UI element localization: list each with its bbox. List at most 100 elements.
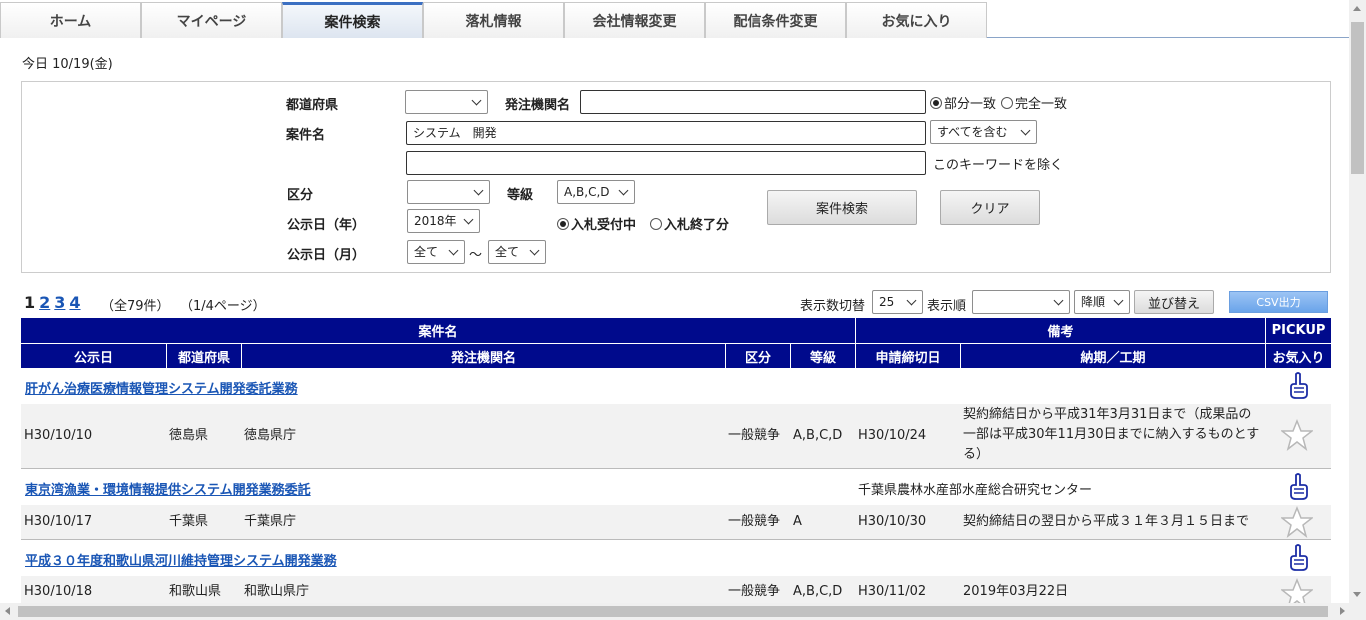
match-partial-radio[interactable]: 部分一致 [930,93,996,112]
cell-date: H30/10/10 [24,428,93,443]
search-button[interactable]: 案件検索 [767,190,917,225]
table-header-row-2: 公示日 都道府県 発注機関名 区分 等級 申請締切日 納期／工期 お気入り [21,343,1331,369]
project-title-link[interactable]: 肝がん治療医療情報管理システム開発委託業務 [25,378,298,397]
range-tilde: ～ [469,248,483,263]
cell-period: 2019年03月22日 [963,584,1069,599]
status-closed-radio[interactable]: 入札終了分 [650,214,729,233]
tab-favorites[interactable]: お気に入り [846,2,987,38]
vertical-scrollbar[interactable] [1349,0,1366,603]
category-select[interactable] [407,180,490,204]
cell-pref: 千葉県 [169,514,209,529]
match-exact-label: 完全一致 [1015,97,1068,112]
clear-button[interactable]: クリア [940,190,1040,225]
status-open-radio[interactable]: 入札受付中 [557,214,636,233]
th-pref: 都道府県 [167,344,242,369]
pickup-hand-icon[interactable] [1287,372,1309,400]
project-input[interactable]: システム 開発 [406,121,926,145]
scroll-right-icon[interactable] [1340,607,1345,615]
project-title-link[interactable]: 東京湾漁業・環境情報提供システム開発業務委託 [25,479,311,498]
horizontal-scrollbar[interactable] [0,603,1366,620]
cell-pref: 徳島県 [169,428,209,443]
table-row: H30/10/18 和歌山県 和歌山県庁 一般競争 A,B,C,D H30/11… [21,576,1331,603]
page-info: （1/4ページ） [180,299,266,314]
favorite-star-icon[interactable] [1281,419,1313,451]
tab-mypage[interactable]: マイページ [141,2,282,38]
agency-label: 発注機関名 [505,98,571,113]
today-date: 今日 10/19(金) [22,57,113,72]
th-agency: 発注機関名 [242,344,726,369]
tab-award-info[interactable]: 落札情報 [423,2,564,38]
grade-select[interactable]: A,B,C,D [557,180,635,204]
th-period: 納期／工期 [961,344,1266,369]
horizontal-scroll-thumb[interactable] [18,606,1328,617]
cell-category: 一般競争 [728,514,781,529]
table-row: H30/10/10 徳島県 徳島県庁 一般競争 A,B,C,D H30/10/2… [21,404,1331,469]
th-pickup: PICKUP [1271,323,1326,338]
cell-agency: 徳島県庁 [244,428,297,443]
exclude-keyword-input[interactable] [406,151,926,175]
table-row-title: 肝がん治療医療情報管理システム開発委託業務 [21,368,1331,404]
cell-category: 一般競争 [728,584,781,599]
th-date: 公示日 [21,344,167,369]
cell-grade: A,B,C,D [793,584,843,599]
exclude-keyword-label: このキーワードを除く [933,158,1064,173]
csv-export-button[interactable]: CSV出力 [1229,291,1328,313]
cell-pref: 和歌山県 [169,584,222,599]
tab-delivery-settings[interactable]: 配信条件変更 [705,2,846,38]
vertical-scroll-thumb[interactable] [1351,22,1364,174]
cell-deadline: H30/10/24 [858,428,927,443]
per-page-label: 表示数切替 [800,299,866,314]
pref-select[interactable] [405,90,488,114]
pickup-hand-icon[interactable] [1287,473,1309,501]
tab-company-info[interactable]: 会社情報変更 [564,2,705,38]
th-favorite: お気入り [1272,351,1325,366]
cell-period: 契約締結日から平成31年3月31日まで（成果品の一部は平成30年11月30日まで… [963,407,1260,462]
page-link-3[interactable]: 3 [54,293,65,312]
year-label: 公示日（年） [287,218,366,233]
year-select[interactable]: 2018年 [407,209,480,233]
include-mode-select[interactable]: すべてを含む [930,120,1037,144]
scroll-down-icon[interactable] [1353,592,1361,597]
table-row-title: 平成３０年度和歌山県河川維持管理システム開発業務 [21,540,1331,576]
cell-deadline: H30/10/30 [858,514,927,529]
th-grade: 等級 [791,344,856,369]
top-nav: ホーム マイページ 案件検索 落札情報 会社情報変更 配信条件変更 お気に入り [0,0,1350,38]
match-exact-radio[interactable]: 完全一致 [1001,93,1067,112]
category-label: 区分 [287,188,314,203]
order-select[interactable] [972,290,1070,314]
sort-button[interactable]: 並び替え [1134,290,1214,314]
pagination: 1 2 3 4 [24,293,81,312]
table-row: H30/10/17 千葉県 千葉県庁 一般競争 A H30/10/30 契約締結… [21,505,1331,540]
project-label: 案件名 [286,128,326,143]
match-partial-label: 部分一致 [944,97,997,112]
cell-deadline: H30/11/02 [858,584,927,599]
radio-unchecked-icon [650,217,662,230]
per-page-select[interactable]: 25 [872,290,923,314]
th-project: 案件名 [21,318,856,343]
cell-category: 一般競争 [728,428,781,443]
cell-agency: 千葉県庁 [244,514,297,529]
direction-select[interactable]: 降順 [1074,290,1130,314]
cell-grade: A,B,C,D [793,428,843,443]
page-current: 1 [24,293,36,312]
project-title-link[interactable]: 平成３０年度和歌山県河川維持管理システム開発業務 [25,550,337,569]
tab-project-search[interactable]: 案件検索 [282,2,423,38]
radio-unchecked-icon [1001,96,1013,109]
tab-home[interactable]: ホーム [0,2,141,38]
cell-grade: A [793,514,802,529]
table-header-row-1: 案件名 備考 PICKUP [21,318,1331,343]
cell-date: H30/10/18 [24,584,93,599]
agency-input[interactable] [580,90,926,114]
favorite-star-icon[interactable] [1281,506,1313,538]
scroll-up-icon[interactable] [1353,6,1361,11]
th-deadline: 申請締切日 [856,344,961,369]
month-to-select[interactable]: 全て [488,240,546,264]
page-link-2[interactable]: 2 [39,293,50,312]
status-open-label: 入札受付中 [571,218,637,233]
scroll-left-icon[interactable] [5,607,10,615]
th-category: 区分 [726,344,791,369]
cell-date: H30/10/17 [24,514,93,529]
page-link-4[interactable]: 4 [69,293,80,312]
pickup-hand-icon[interactable] [1287,544,1309,572]
month-from-select[interactable]: 全て [407,240,465,264]
